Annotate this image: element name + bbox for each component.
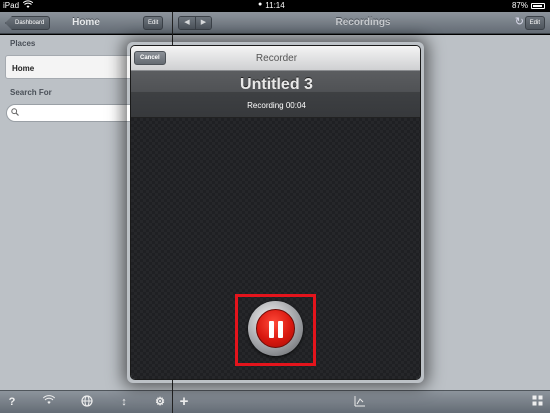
battery-icon: [531, 3, 545, 9]
search-icon: [11, 108, 19, 116]
globe-icon[interactable]: [80, 395, 94, 409]
chart-icon[interactable]: [353, 395, 367, 409]
recorder-title: Recorder: [255, 53, 298, 64]
grid-icon[interactable]: [530, 395, 544, 409]
right-edit-button[interactable]: Edit: [524, 16, 545, 30]
refresh-icon[interactable]: ↻: [515, 15, 524, 28]
pause-bar-left: [269, 321, 274, 338]
dashboard-back-button[interactable]: Dashboard: [5, 16, 51, 30]
previous-arrow-icon[interactable]: ◀: [179, 17, 195, 29]
pause-icon: [256, 309, 295, 348]
prev-next-segment: ◀ ▶: [178, 16, 212, 30]
status-bar: iPad 11:14 ● 87%: [0, 0, 550, 12]
right-nav-bar: ◀ ▶ Recordings ↻ Edit: [173, 12, 550, 34]
search-heading: Search For: [10, 88, 52, 97]
left-edit-button[interactable]: Edit: [143, 16, 164, 30]
gear-icon[interactable]: ⚙: [153, 395, 167, 409]
right-nav-title: Recordings: [335, 17, 391, 28]
recording-info: Untitled 3 Recording 00:04: [131, 71, 420, 118]
help-icon[interactable]: ?: [5, 395, 19, 409]
left-nav-bar: Dashboard Home Edit: [0, 12, 172, 34]
battery-percent: 87%: [511, 1, 528, 10]
clock: 11:14: [265, 1, 285, 10]
add-icon[interactable]: +: [177, 394, 191, 409]
left-toolbar: ? ↕ ⚙: [0, 390, 172, 413]
wifi-icon[interactable]: [42, 395, 56, 409]
sort-icon[interactable]: ↕: [117, 395, 131, 409]
pause-bar-right: [278, 321, 283, 338]
left-nav-title: Home: [72, 17, 100, 28]
next-arrow-icon[interactable]: ▶: [195, 17, 211, 29]
orientation-lock-icon: ●: [258, 1, 263, 8]
recording-status: Recording 00:04: [247, 101, 306, 110]
right-toolbar: +: [173, 390, 550, 413]
recorder-header: Cancel Recorder: [131, 46, 420, 71]
pause-button[interactable]: [248, 301, 303, 356]
recording-name[interactable]: Untitled 3: [131, 76, 420, 94]
places-heading: Places: [10, 39, 36, 48]
